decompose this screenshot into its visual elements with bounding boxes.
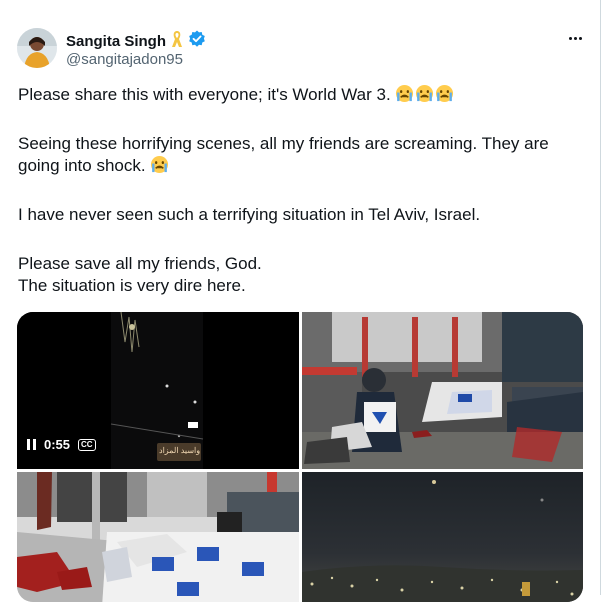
yellow-ribbon-icon: [170, 30, 184, 53]
crying-face-emoji-icon: [395, 84, 455, 104]
post-text-line-4: I have never seen such a terrifying situ…: [18, 205, 481, 224]
post-text-line-6: The situation is very dire here.: [18, 276, 246, 295]
media-grid: واسيد المزاد 0:55 CC: [17, 312, 583, 602]
post-text-line-1: Please share this with everyone; it's Wo…: [18, 84, 578, 106]
verified-badge-icon: [188, 30, 206, 53]
sign-text: واسيد المزاد: [159, 446, 201, 455]
author-handle[interactable]: @sangitajadon95: [66, 51, 183, 68]
text-line: going into shock.: [18, 156, 146, 175]
video-player[interactable]: واسيد المزاد 0:55 CC: [17, 312, 299, 469]
pause-icon[interactable]: [27, 439, 36, 450]
post-text-line-2: Seeing these horrifying scenes, all my f…: [18, 134, 549, 153]
crying-face-emoji-icon: [150, 155, 170, 175]
post-text-line-3: going into shock.: [18, 155, 578, 177]
text-line: Please share this with everyone; it's Wo…: [18, 85, 391, 104]
avatar[interactable]: [17, 28, 57, 68]
post-text-line-5: Please save all my friends, God.: [18, 254, 262, 273]
more-horizontal-icon[interactable]: [564, 28, 586, 48]
closed-captions-icon[interactable]: CC: [78, 438, 96, 451]
author-name[interactable]: Sangita Singh: [66, 33, 166, 50]
video-time: 0:55: [44, 437, 71, 452]
photo-night-sky[interactable]: [302, 472, 583, 602]
photo-train-floor[interactable]: [17, 472, 299, 602]
post-card: Sangita Singh @sangitajadon95 Please sha…: [0, 0, 601, 602]
video-controls: 0:55 CC: [27, 437, 96, 452]
author-name-row: Sangita Singh: [66, 30, 206, 53]
photo-train-interior[interactable]: [302, 312, 583, 469]
